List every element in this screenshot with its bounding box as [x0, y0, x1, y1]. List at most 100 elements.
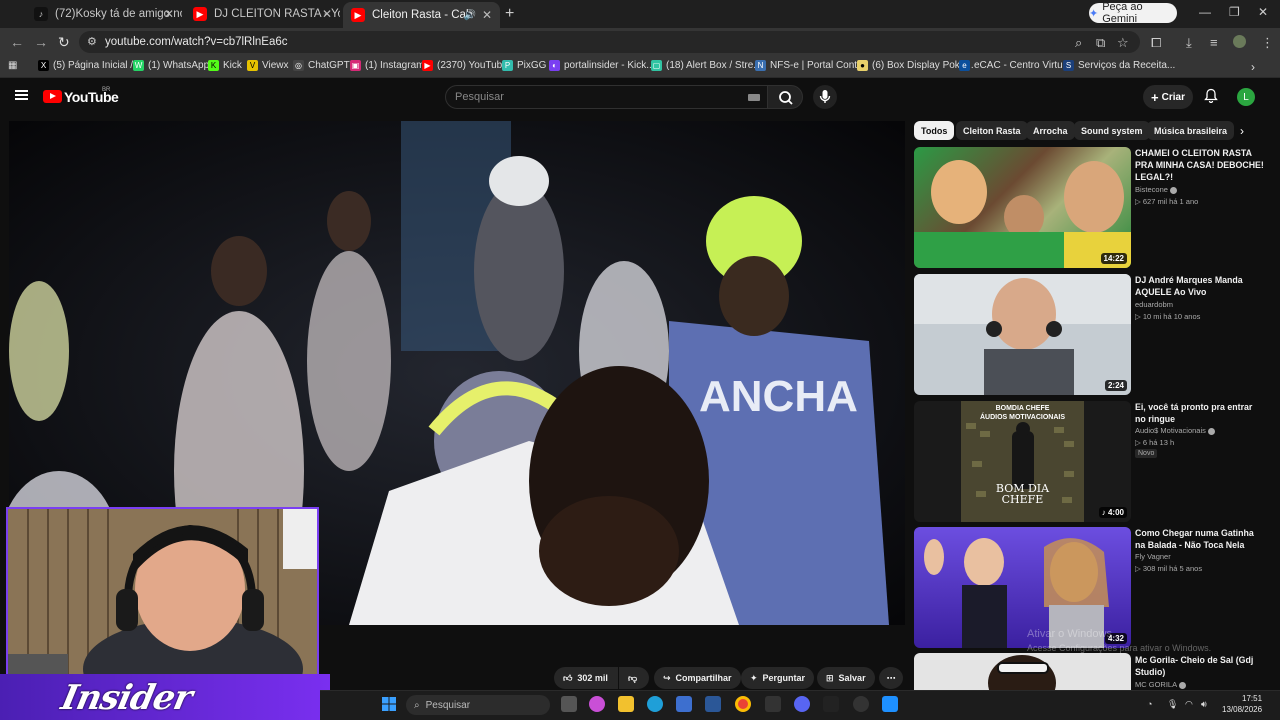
save-button[interactable]: ⊞ Salvar — [817, 667, 875, 689]
chevron-right-icon[interactable]: › — [1240, 124, 1244, 138]
cast-icon[interactable]: ⧉ — [1096, 35, 1105, 51]
chevron-right-icon[interactable]: › — [1251, 60, 1255, 74]
bookmark-item[interactable]: P PixGG — [502, 60, 546, 71]
video-thumbnail[interactable] — [914, 653, 1131, 690]
url-text[interactable]: youtube.com/watch?v=cb7lRlnEa6c — [105, 36, 288, 48]
verified-icon — [1179, 681, 1187, 689]
video-title[interactable]: Mc Gorila- Cheio de Sal (Gdj Studio) — [1135, 654, 1265, 678]
tab-title: (72)Kosky tá de amigo novo? — [55, 8, 182, 20]
video-title[interactable]: Ei, você tá pronto pra entrar no ringue — [1135, 401, 1265, 425]
verified-icon — [1169, 186, 1177, 194]
chip-sound-system[interactable]: Sound system — [1074, 121, 1150, 140]
bookmark-item[interactable]: ◎ ChatGPT — [293, 60, 350, 71]
bookmark-item[interactable]: S Serviços da Receita... — [1063, 60, 1175, 71]
browser-tab-active[interactable]: ▶ Cleiton Rasta - Cabeça de 🔊 ✕ — [343, 2, 500, 28]
bookmark-item[interactable]: X (5) Página Inicial / X — [38, 60, 143, 71]
bookmark-item[interactable]: ● (6) Box Display Poké... — [857, 60, 974, 71]
back-arrow-icon[interactable]: ← — [10, 34, 24, 50]
create-button[interactable]: + Criar — [1143, 85, 1193, 109]
app-icon[interactable] — [882, 696, 898, 712]
avatar[interactable]: L — [1237, 88, 1255, 106]
chip-cleiton-rasta[interactable]: Cleiton Rasta — [956, 121, 1028, 140]
task-view-icon[interactable] — [561, 696, 577, 712]
speaker-icon[interactable]: 🔊 — [464, 10, 476, 21]
channel-name[interactable]: Fly Vagner — [1135, 552, 1171, 561]
profile-icon[interactable] — [1233, 35, 1246, 48]
notifications-bell-icon[interactable] — [1204, 88, 1218, 106]
menu-dots-icon[interactable]: ⋮ — [1261, 35, 1274, 51]
network-icon[interactable]: ◔ — [1147, 699, 1152, 709]
wifi-icon[interactable]: ◠ — [1185, 699, 1193, 710]
discord-icon[interactable] — [794, 696, 810, 712]
close-icon[interactable]: ✕ — [164, 7, 174, 21]
video-title[interactable]: CHAMEI O CLEITON RASTA PRA MINHA CASA! D… — [1135, 147, 1265, 183]
hamburger-menu-icon[interactable] — [15, 90, 28, 100]
edge-icon[interactable] — [647, 696, 663, 712]
browser-tab[interactable]: ▶ DJ CLEITON RASTA - YouTube ✕ — [185, 3, 340, 25]
zoom-icon[interactable]: ⌕ — [1075, 35, 1082, 51]
minimize-icon[interactable]: — — [1199, 5, 1211, 19]
dislike-button[interactable]: 👎︎ — [619, 667, 649, 689]
new-tab-button[interactable]: + — [505, 5, 514, 23]
taskbar-search[interactable]: ⌕ Pesquisar — [406, 695, 550, 715]
windows-start-icon[interactable] — [381, 696, 397, 712]
share-button[interactable]: ↪ Compartilhar — [654, 667, 741, 689]
channel-name[interactable]: MC GORILA — [1135, 680, 1187, 689]
browser-tab[interactable]: ♪ (72)Kosky tá de amigo novo? ✕ — [26, 3, 182, 25]
voice-search-button[interactable] — [813, 85, 837, 109]
gemini-button[interactable]: ✦ Peça ao Gemini — [1089, 1, 1177, 25]
close-window-icon[interactable]: ✕ — [1258, 5, 1268, 19]
app-icon[interactable] — [705, 696, 721, 712]
bookmark-item[interactable]: W (1) WhatsApp — [133, 60, 209, 71]
chip-musica-brasileira[interactable]: Música brasileira — [1147, 121, 1235, 140]
site-info-icon[interactable]: ⚙ — [87, 35, 97, 48]
bookmark-item[interactable]: ▣ (1) Instagram — [350, 60, 424, 71]
maximize-icon[interactable]: ❐ — [1229, 5, 1240, 19]
video-thumbnail[interactable]: BOMDIA CHEFE ÁUDIOS MOTIVACIONAIS BOM DI… — [914, 401, 1131, 522]
video-title[interactable]: Como Chegar numa Gatinha na Balada - Não… — [1135, 527, 1265, 551]
app-icon[interactable] — [823, 696, 839, 712]
chip-arrocha[interactable]: Arrocha — [1026, 121, 1075, 140]
forward-arrow-icon[interactable]: → — [34, 34, 48, 50]
bookmark-item[interactable]: e eCAC - Centro Virtu... — [959, 60, 1071, 71]
ask-button[interactable]: ✦ Perguntar — [741, 667, 815, 689]
video-thumbnail[interactable]: 2:24 — [914, 274, 1131, 395]
bookmark-item[interactable]: K Kick — [208, 60, 242, 71]
taskbar-clock[interactable]: 17:51 13/08/2026 — [1222, 693, 1262, 715]
close-icon[interactable]: ✕ — [322, 7, 332, 21]
bookmark-label: Serviços da Receita... — [1078, 60, 1176, 71]
keyboard-icon[interactable] — [748, 94, 760, 101]
file-explorer-icon[interactable] — [618, 696, 634, 712]
more-actions-button[interactable]: ⋯ — [879, 667, 903, 689]
search-button[interactable] — [767, 85, 803, 109]
close-icon[interactable]: ✕ — [482, 8, 492, 22]
obs-icon[interactable] — [853, 696, 869, 712]
media-icon[interactable]: ≡ — [1210, 35, 1218, 50]
bookmark-item[interactable]: N NFS-e | Portal Contr... — [755, 60, 868, 71]
capcut-icon[interactable] — [765, 696, 781, 712]
video-title[interactable]: DJ André Marques Manda AQUELE Ao Vivo — [1135, 274, 1265, 298]
extensions-icon[interactable]: ⧠ — [1151, 35, 1161, 51]
apps-grid-icon[interactable]: ▦ — [8, 60, 17, 71]
store-icon[interactable] — [676, 696, 692, 712]
video-thumbnail[interactable]: 14:22 — [914, 147, 1131, 268]
bookmark-item[interactable]: V Viewx — [247, 60, 289, 71]
bookmark-item[interactable]: ▶ (2370) YouTube — [422, 60, 508, 71]
channel-name[interactable]: eduardobm — [1135, 300, 1173, 309]
clock-date: 13/08/2026 — [1222, 705, 1263, 714]
copilot-icon[interactable] — [589, 696, 605, 712]
microphone-icon[interactable]: 🎙︎ — [1167, 699, 1178, 710]
bookmark-star-icon[interactable]: ☆ — [1117, 35, 1129, 51]
bookmark-item[interactable]: ▢ (18) Alert Box / Stre... — [651, 60, 762, 71]
channel-name[interactable]: Bistecone — [1135, 185, 1177, 194]
chrome-icon[interactable] — [735, 696, 751, 712]
volume-icon[interactable]: 🔊︎ — [1201, 699, 1207, 710]
chip-todos[interactable]: Todos — [914, 121, 955, 140]
like-button[interactable]: 👍︎ 302 mil — [554, 667, 618, 689]
youtube-logo-icon[interactable] — [43, 90, 62, 103]
play-count-icon: ▷ — [1135, 197, 1143, 206]
reload-icon[interactable]: ↻ — [58, 34, 70, 51]
channel-name[interactable]: Audio$ Motivacionais — [1135, 426, 1215, 435]
bookmark-item[interactable]: ◐ portalinsider - Kick... — [549, 60, 655, 71]
download-icon[interactable]: ⤓ — [1186, 35, 1192, 51]
